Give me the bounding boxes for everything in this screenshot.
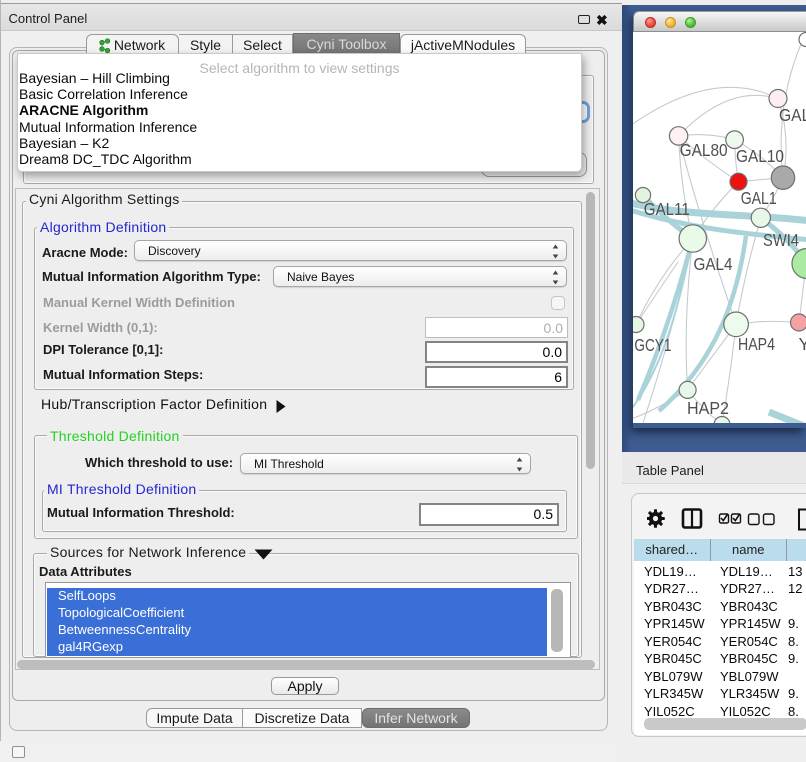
svg-text:GAL1: GAL1 — [741, 188, 777, 208]
svg-text:GAL7: GAL7 — [779, 105, 806, 125]
svg-text:GCY1: GCY1 — [634, 335, 671, 355]
svg-text:SWI4: SWI4 — [763, 230, 799, 250]
svg-text:GAL80: GAL80 — [680, 140, 728, 160]
svg-text:GAL11: GAL11 — [644, 199, 690, 219]
svg-text:GAL10: GAL10 — [736, 146, 784, 166]
svg-text:GAL4: GAL4 — [694, 254, 733, 274]
svg-text:HAP4: HAP4 — [738, 334, 775, 354]
svg-text:HAP2: HAP2 — [687, 398, 729, 418]
svg-text:Y: Y — [799, 334, 806, 354]
